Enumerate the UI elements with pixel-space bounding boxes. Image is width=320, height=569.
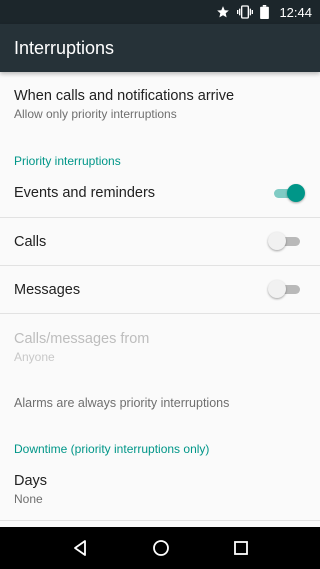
when-arrive-title: When calls and notifications arrive bbox=[14, 88, 235, 104]
when-arrive-summary: Allow only priority interruptions bbox=[14, 107, 177, 121]
page-title: Interruptions bbox=[14, 37, 115, 58]
navigation-bar bbox=[0, 527, 320, 569]
calls-toggle[interactable] bbox=[268, 231, 302, 251]
divider bbox=[0, 217, 320, 218]
alarms-note: Alarms are always priority interruptions bbox=[14, 396, 230, 410]
home-icon[interactable] bbox=[152, 539, 170, 557]
status-time: 12:44 bbox=[279, 4, 312, 20]
messages-toggle[interactable] bbox=[268, 279, 302, 299]
days-setting[interactable]: Days None bbox=[0, 473, 320, 506]
priority-section-header: Priority interruptions bbox=[14, 154, 121, 168]
days-title: Days bbox=[14, 473, 48, 489]
toggle-thumb bbox=[268, 232, 286, 250]
events-reminders-toggle[interactable] bbox=[272, 183, 305, 203]
calls-messages-from-setting: Calls/messages from Anyone bbox=[0, 331, 320, 364]
when-arrive-setting[interactable]: When calls and notifications arrive Allo… bbox=[0, 88, 320, 121]
toggle-thumb bbox=[268, 280, 286, 298]
battery-icon bbox=[260, 5, 270, 19]
days-summary: None bbox=[14, 492, 43, 506]
status-bar: 12:44 bbox=[0, 0, 320, 24]
divider bbox=[0, 520, 320, 521]
divider bbox=[0, 313, 320, 314]
back-icon[interactable] bbox=[71, 539, 89, 557]
recents-icon[interactable] bbox=[233, 540, 249, 556]
calls-messages-from-title: Calls/messages from bbox=[14, 331, 150, 347]
settings-list[interactable]: When calls and notifications arrive Allo… bbox=[0, 72, 320, 527]
app-bar: Interruptions bbox=[0, 24, 320, 72]
downtime-section-header: Downtime (priority interruptions only) bbox=[14, 442, 210, 456]
toggle-thumb bbox=[287, 184, 305, 202]
vibrate-icon bbox=[237, 5, 254, 19]
calls-messages-from-summary: Anyone bbox=[14, 350, 55, 364]
divider bbox=[0, 265, 320, 266]
star-icon bbox=[216, 5, 230, 19]
